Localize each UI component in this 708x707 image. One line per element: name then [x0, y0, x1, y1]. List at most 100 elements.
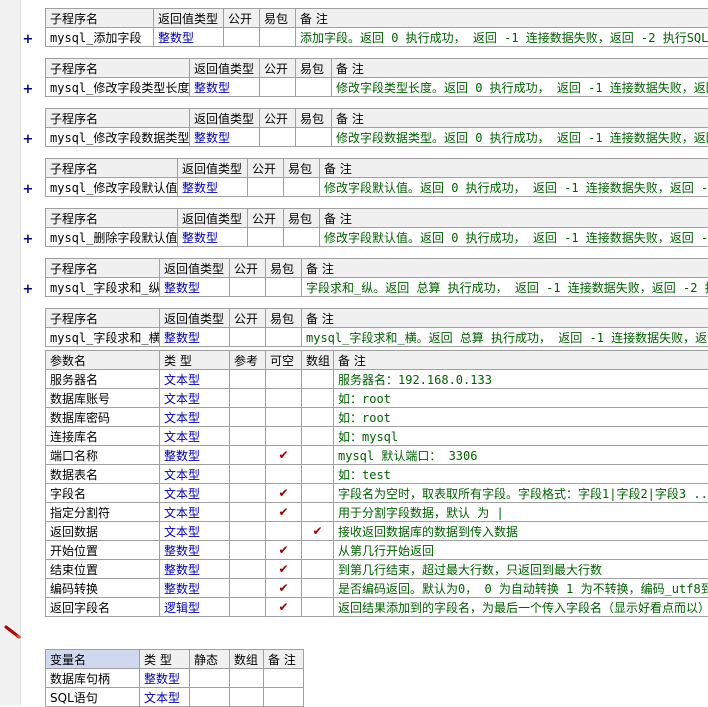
param-type[interactable]: 文本型 — [160, 522, 230, 541]
param-array[interactable] — [302, 541, 334, 560]
param-name[interactable]: 返回数据 — [46, 522, 160, 541]
easy-pack-cell[interactable] — [266, 278, 302, 297]
param-type[interactable]: 整数型 — [160, 579, 230, 598]
param-row[interactable]: 编码转换 整数型 ✔ 是否编码返回。默认为0， 0 为自动转换 1 为不转换，编… — [46, 579, 708, 598]
return-type[interactable]: 整数型 — [190, 78, 260, 97]
remark-cell[interactable]: 修改字段数据类型。返回 0 执行成功， 返回 -1 连接数据失败，返回 — [332, 128, 708, 147]
param-type[interactable]: 文本型 — [160, 427, 230, 446]
param-remark[interactable]: 如：test — [334, 465, 708, 484]
param-remark[interactable]: 如：mysql — [334, 427, 708, 446]
param-array[interactable]: ✔ — [302, 522, 334, 541]
variable-row[interactable]: SQL语句 文本型 — [46, 688, 304, 707]
param-row[interactable]: 数据库密码 文本型 如：root — [46, 408, 708, 427]
public-cell[interactable] — [248, 178, 284, 197]
param-array[interactable] — [302, 579, 334, 598]
param-row[interactable]: 服务器名 文本型 服务器名：192.168.0.133 — [46, 370, 708, 389]
expand-icon[interactable]: + — [22, 81, 34, 99]
param-array[interactable] — [302, 408, 334, 427]
param-name[interactable]: 数据表名 — [46, 465, 160, 484]
expand-icon[interactable]: + — [22, 181, 34, 199]
param-array[interactable] — [302, 484, 334, 503]
param-type[interactable]: 文本型 — [160, 370, 230, 389]
variable-array[interactable] — [230, 688, 264, 707]
public-cell[interactable] — [260, 128, 296, 147]
return-type[interactable]: 整数型 — [154, 28, 224, 47]
param-name[interactable]: 数据库密码 — [46, 408, 160, 427]
param-name[interactable]: 指定分割符 — [46, 503, 160, 522]
param-array[interactable] — [302, 427, 334, 446]
param-type[interactable]: 逻辑型 — [160, 598, 230, 617]
expand-icon[interactable]: + — [22, 281, 34, 299]
public-cell[interactable] — [230, 278, 266, 297]
variable-static[interactable] — [190, 669, 230, 688]
easy-pack-cell[interactable] — [296, 128, 332, 147]
param-name[interactable]: 连接库名 — [46, 427, 160, 446]
param-type[interactable]: 整数型 — [160, 446, 230, 465]
subroutine-name[interactable]: mysql_修改字段默认值 — [46, 178, 178, 197]
param-row[interactable]: 开始位置 整数型 ✔ 从第几行开始返回 — [46, 541, 708, 560]
param-nullable[interactable]: ✔ — [266, 484, 302, 503]
param-row[interactable]: 字段名 文本型 ✔ 字段名为空时，取表取所有字段。字段格式：字段1|字段2|字段… — [46, 484, 708, 503]
param-array[interactable] — [302, 389, 334, 408]
param-row[interactable]: 返回数据 文本型 ✔ 接收返回数据库的数据到传入数据 — [46, 522, 708, 541]
param-remark[interactable]: 字段名为空时，取表取所有字段。字段格式：字段1|字段2|字段3 ... — [334, 484, 708, 503]
param-ref[interactable] — [230, 465, 266, 484]
param-row[interactable]: 返回字段名 逻辑型 ✔ 返回结果添加到的字段名，为最后一个传入字段名（显示好看点… — [46, 598, 708, 617]
param-ref[interactable] — [230, 484, 266, 503]
return-type[interactable]: 整数型 — [190, 128, 260, 147]
param-row[interactable]: 数据库账号 文本型 如：root — [46, 389, 708, 408]
param-row[interactable]: 指定分割符 文本型 ✔ 用于分割字段数据，默认 为 | — [46, 503, 708, 522]
param-name[interactable]: 字段名 — [46, 484, 160, 503]
subroutine-name[interactable]: mysql_删除字段默认值 — [46, 228, 178, 247]
param-name[interactable]: 编码转换 — [46, 579, 160, 598]
param-remark[interactable]: 如：root — [334, 408, 708, 427]
return-type[interactable]: 整数型 — [178, 178, 248, 197]
param-nullable[interactable] — [266, 522, 302, 541]
public-cell[interactable] — [260, 78, 296, 97]
variable-name[interactable]: SQL语句 — [46, 688, 140, 707]
subroutine-name[interactable]: mysql_添加字段 — [46, 28, 154, 47]
param-name[interactable]: 端口名称 — [46, 446, 160, 465]
variable-name[interactable]: 数据库句柄 — [46, 669, 140, 688]
subroutine-name[interactable]: mysql_字段求和_纵 — [46, 278, 160, 297]
return-type[interactable]: 整数型 — [160, 328, 230, 347]
param-type[interactable]: 整数型 — [160, 560, 230, 579]
easy-pack-cell[interactable] — [266, 328, 302, 347]
param-nullable[interactable]: ✔ — [266, 560, 302, 579]
param-nullable[interactable] — [266, 408, 302, 427]
variable-remark[interactable] — [264, 688, 304, 707]
param-nullable[interactable] — [266, 427, 302, 446]
param-nullable[interactable] — [266, 465, 302, 484]
variable-remark[interactable] — [264, 669, 304, 688]
remark-cell[interactable]: 字段求和_纵。返回 总算 执行成功， 返回 -1 连接数据失败，返回 -2 执 — [302, 278, 708, 297]
param-remark[interactable]: 返回结果添加到的字段名，为最后一个传入字段名（显示好看点而以） — [334, 598, 708, 617]
param-remark[interactable]: 如：root — [334, 389, 708, 408]
param-array[interactable] — [302, 503, 334, 522]
easy-pack-cell[interactable] — [284, 178, 320, 197]
param-remark[interactable]: 服务器名：192.168.0.133 — [334, 370, 708, 389]
param-remark[interactable]: 从第几行开始返回 — [334, 541, 708, 560]
public-cell[interactable] — [230, 328, 266, 347]
variable-row[interactable]: 数据库句柄 整数型 — [46, 669, 304, 688]
param-ref[interactable] — [230, 598, 266, 617]
easy-pack-cell[interactable] — [296, 78, 332, 97]
param-row[interactable]: 端口名称 整数型 ✔ mysql 默认端口： 3306 — [46, 446, 708, 465]
return-type[interactable]: 整数型 — [160, 278, 230, 297]
public-cell[interactable] — [248, 228, 284, 247]
param-nullable[interactable]: ✔ — [266, 579, 302, 598]
param-name[interactable]: 返回字段名 — [46, 598, 160, 617]
param-name[interactable]: 数据库账号 — [46, 389, 160, 408]
param-ref[interactable] — [230, 503, 266, 522]
param-array[interactable] — [302, 598, 334, 617]
param-nullable[interactable]: ✔ — [266, 598, 302, 617]
param-array[interactable] — [302, 446, 334, 465]
param-remark[interactable]: 是否编码返回。默认为0， 0 为自动转换 1 为不转换，编码_utf8到gb — [334, 579, 708, 598]
param-remark[interactable]: mysql 默认端口： 3306 — [334, 446, 708, 465]
param-ref[interactable] — [230, 389, 266, 408]
param-ref[interactable] — [230, 370, 266, 389]
param-ref[interactable] — [230, 446, 266, 465]
param-nullable[interactable] — [266, 389, 302, 408]
param-type[interactable]: 文本型 — [160, 484, 230, 503]
param-ref[interactable] — [230, 408, 266, 427]
param-type[interactable]: 文本型 — [160, 465, 230, 484]
